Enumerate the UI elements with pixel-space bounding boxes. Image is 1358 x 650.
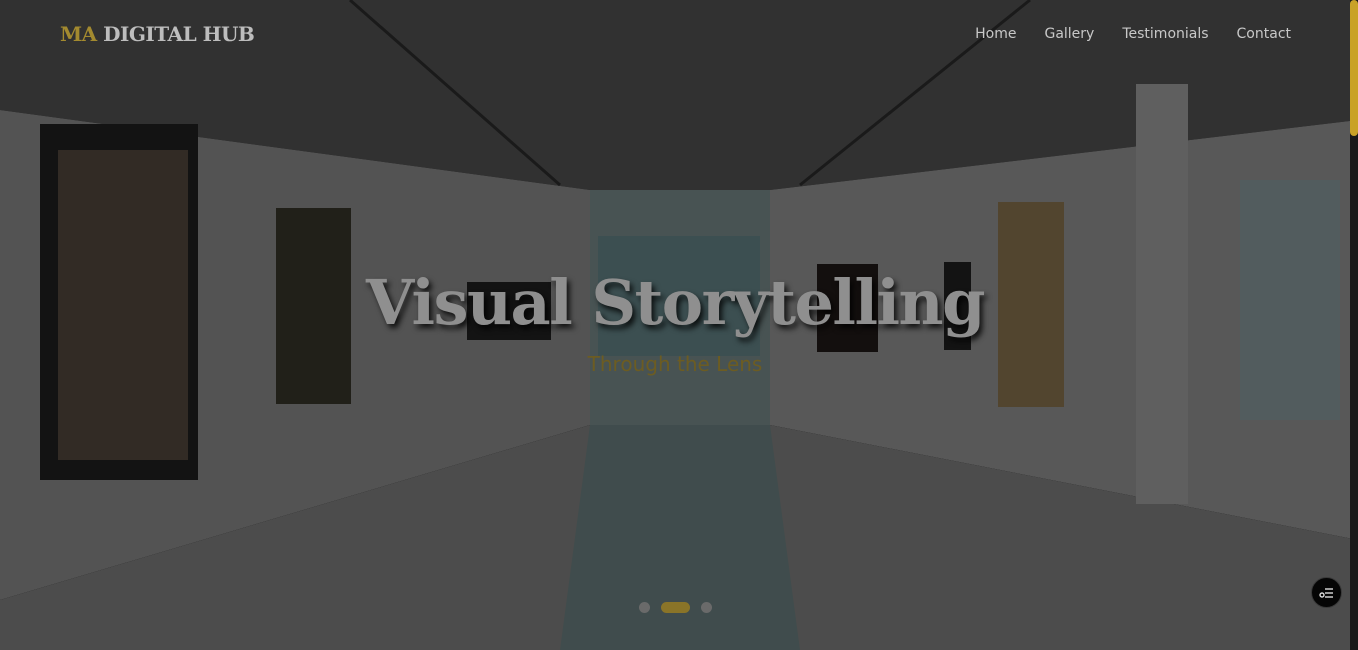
- brand-logo[interactable]: MA DIGITAL HUB: [60, 22, 255, 46]
- settings-widget-button[interactable]: [1311, 577, 1342, 608]
- brand-name-text: DIGITAL HUB: [103, 22, 255, 46]
- nav-link-contact[interactable]: Contact: [1237, 26, 1291, 42]
- slider-dot-3[interactable]: [700, 602, 712, 613]
- settings-sliders-icon: [1319, 587, 1333, 598]
- brand-accent-text: MA: [60, 22, 97, 46]
- scrollbar-thumb[interactable]: [1350, 0, 1358, 136]
- hero-title: Visual Storytelling: [366, 266, 986, 339]
- nav-links: Home Gallery Testimonials Contact: [975, 26, 1291, 42]
- page-scrollbar[interactable]: [1350, 0, 1358, 650]
- nav-link-testimonials[interactable]: Testimonials: [1122, 26, 1208, 42]
- navbar: MA DIGITAL HUB Home Gallery Testimonials…: [0, 0, 1350, 72]
- slider-dots: [0, 602, 1350, 613]
- landing-page: MA DIGITAL HUB Home Gallery Testimonials…: [0, 0, 1358, 650]
- slider-dot-2-active[interactable]: [660, 602, 690, 613]
- nav-link-gallery[interactable]: Gallery: [1044, 26, 1094, 42]
- nav-link-home[interactable]: Home: [975, 26, 1016, 42]
- hero-subtitle: Through the Lens: [587, 352, 763, 376]
- slider-dot-1[interactable]: [638, 602, 650, 613]
